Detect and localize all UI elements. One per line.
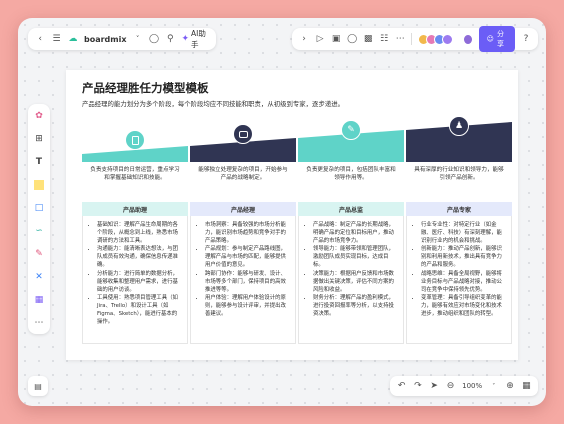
color-palette-icon[interactable]: ✿ bbox=[32, 109, 46, 123]
connector-icon[interactable]: ∽ bbox=[32, 224, 46, 238]
column-heading: 产品总监 bbox=[298, 202, 404, 216]
chat-icon bbox=[233, 124, 253, 144]
chevron-down-icon[interactable]: ˅ bbox=[133, 33, 143, 45]
list-item: 行业专业性：对特定行业（如金融、医疗、科技）有深刻理解，能识别行业内的机会和挑战… bbox=[421, 222, 505, 245]
zoom-level[interactable]: 100% bbox=[462, 382, 482, 390]
mind-map-icon[interactable]: ✕ bbox=[32, 270, 46, 284]
list-item: 工具使用：熟悉项目管理工具（如Jira、Trello）和设计工具（如Figma、… bbox=[97, 295, 181, 326]
library-icon[interactable]: ☷ bbox=[379, 33, 389, 45]
list-item: 基础知识：理解产品生命周期的各个阶段，从概念到上线，熟悉市场调研的方法和工具。 bbox=[97, 222, 181, 245]
app-name[interactable]: boardmix bbox=[84, 35, 127, 44]
column-description: 负责更复杂的项目，包括团队丰富和领导作用等。 bbox=[306, 167, 396, 182]
avatar[interactable] bbox=[442, 33, 454, 45]
column-header-shape: ✎ bbox=[298, 120, 404, 162]
top-left-toolbar: ‹ ☰ ☁ boardmix ˅ ◯ ⚲ ✦ AI助手 bbox=[28, 28, 216, 50]
shape-tool-icon[interactable]: □ bbox=[32, 201, 46, 215]
column-heading: 产品专家 bbox=[406, 202, 512, 216]
list-item: 财务分析：理解产品的盈利模式，进行投资回报率等分析，以支持投资决策。 bbox=[313, 295, 397, 318]
undo-icon[interactable]: ↶ bbox=[397, 380, 406, 392]
column-heading: 产品经理 bbox=[190, 202, 296, 216]
more-icon[interactable]: ⋯ bbox=[395, 33, 405, 45]
help-icon[interactable]: ? bbox=[521, 33, 531, 45]
board-canvas: 产品经理胜任力模型模板 产品经理的能力划分为多个阶段，每个阶段均应不同技能和职责… bbox=[66, 70, 518, 360]
boardmix-logo-icon: ☁ bbox=[68, 34, 78, 44]
column-description: 具有深厚的行业知识和领导力，能够引领产品创新。 bbox=[414, 167, 504, 182]
minimap-button[interactable]: ▤ bbox=[28, 376, 48, 396]
list-item: 用户体验：理解用户体验设计的原则，能够参与设计评审，并提出改善建议。 bbox=[205, 295, 289, 318]
fit-screen-icon[interactable]: ▦ bbox=[522, 380, 531, 392]
frame-icon[interactable]: ⊞ bbox=[32, 132, 46, 146]
menu-icon[interactable]: ☰ bbox=[51, 33, 61, 45]
zoom-in-icon[interactable]: ⊕ bbox=[505, 380, 514, 392]
expand-icon[interactable]: › bbox=[299, 33, 309, 45]
column-header-shape bbox=[190, 120, 296, 162]
competency-list: 产品战略：制定产品的长期战略，明确产品的定位和目标用户，推动产品的市场竞争力。 … bbox=[298, 216, 404, 344]
chevron-down-icon[interactable]: ˅ bbox=[489, 380, 498, 392]
top-right-toolbar: › ▷ ▣ ◯ ▩ ☷ ⋯ ☺ 分享 ? bbox=[292, 26, 538, 52]
play-icon[interactable]: ▷ bbox=[315, 33, 325, 45]
text-tool-icon[interactable]: T bbox=[32, 155, 46, 169]
document-icon bbox=[125, 130, 145, 150]
list-item: 分析能力：进行简单的数据分析，能够收集和整理用户需求，进行基础的用户访谈。 bbox=[97, 271, 181, 294]
sticky-note-icon[interactable] bbox=[32, 178, 46, 192]
list-item: 产品战略：制定产品的长期战略，明确产品的定位和目标用户，推动产品的市场竞争力。 bbox=[313, 222, 397, 245]
zoom-out-icon[interactable]: ⊖ bbox=[446, 380, 455, 392]
page-title: 产品经理胜任力模型模板 bbox=[82, 81, 209, 95]
list-item: 决策能力：根据用户反馈和市场数据做出关键决策，评估不同方案的风险和收益。 bbox=[313, 271, 397, 294]
divider bbox=[411, 33, 413, 45]
page-subtitle: 产品经理的能力划分为多个阶段，每个阶段均应不同技能和职责，从初级到专家，逐步递进… bbox=[82, 100, 345, 108]
list-item: 战略思维：具备全局视野，能够将业务目标与产品战略对接，推动公司在竞争中保持领先优… bbox=[421, 271, 505, 294]
presentation-icon[interactable]: ▣ bbox=[331, 33, 341, 45]
share-icon: ☺ bbox=[486, 35, 494, 43]
app-window: ‹ ☰ ☁ boardmix ˅ ◯ ⚲ ✦ AI助手 › ▷ ▣ ◯ ▩ ☷ … bbox=[18, 18, 546, 406]
cursor-icon[interactable]: ➤ bbox=[430, 380, 439, 392]
column-heading: 产品助理 bbox=[82, 202, 188, 216]
column-expert: ♟ 具有深厚的行业知识和领导力，能够引领产品创新。 产品专家 行业专业性：对特定… bbox=[406, 116, 512, 344]
ai-assistant-button[interactable]: ✦ AI助手 bbox=[182, 28, 209, 50]
pencil-icon: ✎ bbox=[341, 120, 361, 140]
left-toolbar: ✿ ⊞ T □ ∽ ✎ ✕ ▦ ⋯ bbox=[28, 104, 50, 334]
back-chevron-icon[interactable]: ‹ bbox=[35, 33, 45, 45]
pen-tool-icon[interactable]: ✎ bbox=[32, 247, 46, 261]
template-icon[interactable]: ▦ bbox=[32, 293, 46, 307]
redo-icon[interactable]: ↷ bbox=[413, 380, 422, 392]
ai-sparkle-icon: ✦ bbox=[181, 34, 190, 44]
column-description: 能够独立处理复杂的项目，开始参与产品的战略制定。 bbox=[198, 167, 288, 182]
timer-icon[interactable]: ◯ bbox=[347, 33, 357, 45]
column-description: 负责支持项目的日常运营，重点学习和掌握基础知识和技能。 bbox=[90, 167, 180, 182]
competency-list: 市场洞察：具备较强的市场分析能力，能识别市场趋势和竞争对手的产品策略。 产品规划… bbox=[190, 216, 296, 344]
more-tools-icon[interactable]: ⋯ bbox=[32, 316, 46, 330]
column-manager: 能够独立处理复杂的项目，开始参与产品的战略制定。 产品经理 市场洞察：具备较强的… bbox=[190, 120, 296, 344]
column-senior: ✎ 负责更复杂的项目，包括团队丰富和领导作用等。 产品总监 产品战略：制定产品的… bbox=[298, 120, 404, 344]
list-item: 创新能力：推动产品创新，能够识别和利用新技术，推出具有竞争力的产品和服务。 bbox=[421, 246, 505, 269]
list-item: 市场洞察：具备较强的市场分析能力，能识别市场趋势和竞争对手的产品策略。 bbox=[205, 222, 289, 245]
list-item: 产品规划：参与制定产品路线图，理解产品与市场的匹配，能够提供用户价值的意见。 bbox=[205, 246, 289, 269]
collaborator-avatars[interactable] bbox=[418, 33, 454, 45]
list-item: 变革管理：具备引导组织变革的能力，能够有效应对市场变化和技术进步，推动组织和团队… bbox=[421, 295, 505, 318]
bottom-toolbar: ↶ ↷ ➤ ⊖ 100% ˅ ⊕ ▦ bbox=[390, 376, 538, 396]
competency-list: 行业专业性：对特定行业（如金融、医疗、科技）有深刻理解，能识别行业内的机会和挑战… bbox=[406, 216, 512, 344]
person-icon: ♟ bbox=[449, 116, 469, 136]
ai-assistant-label: AI助手 bbox=[191, 29, 206, 49]
column-header-shape bbox=[82, 120, 188, 162]
minimap-icon: ▤ bbox=[34, 381, 42, 391]
list-item: 领导能力：能够带领和管理团队，激励团队成员实现目标，达成目标。 bbox=[313, 246, 397, 269]
column-assistant: 负责支持项目的日常运营，重点学习和掌握基础知识和技能。 产品助理 基础知识：理解… bbox=[82, 120, 188, 344]
column-header-shape: ♟ bbox=[406, 116, 512, 162]
share-button[interactable]: ☺ 分享 bbox=[478, 26, 515, 52]
list-item: 沟通能力：能清晰表达想法，与团队成员有效沟通，确保信息传递准确。 bbox=[97, 246, 181, 269]
search-icon[interactable]: ⚲ bbox=[165, 33, 175, 45]
user-avatar[interactable] bbox=[463, 33, 473, 45]
tag-icon[interactable]: ◯ bbox=[149, 33, 159, 45]
list-item: 跨部门协作：能够与研发、设计、市场等多个部门，保持项目的高效推进等等。 bbox=[205, 271, 289, 294]
share-label: 分享 bbox=[496, 30, 504, 48]
competency-list: 基础知识：理解产品生命周期的各个阶段，从概念到上线，熟悉市场调研的方法和工具。 … bbox=[82, 216, 188, 344]
chart-icon[interactable]: ▩ bbox=[363, 33, 373, 45]
